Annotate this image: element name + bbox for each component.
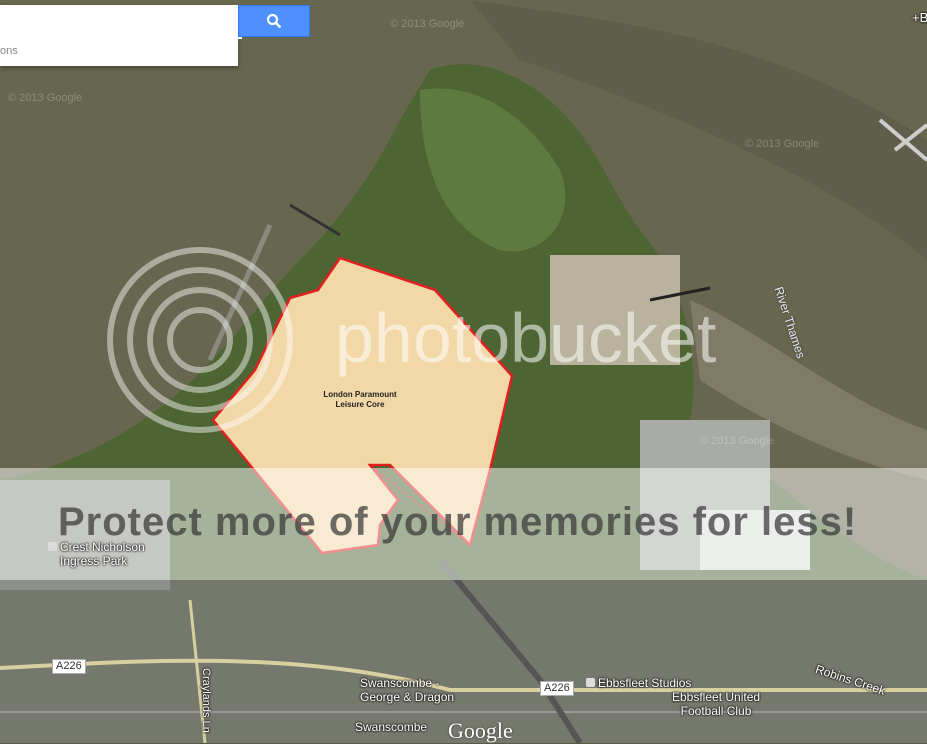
copyright-1: © 2013 Google	[390, 18, 465, 30]
google-logo: Google	[448, 718, 513, 743]
copyright-4: © 2013 Google	[700, 435, 775, 447]
search-button[interactable]	[238, 5, 310, 37]
a226-label-left: A226	[52, 659, 86, 674]
craylands-label: Craylands Ln	[200, 668, 212, 733]
search-icon	[266, 13, 282, 29]
ingress-park-text: Ingress Park	[60, 554, 128, 568]
photobucket-brand: photobucket	[335, 299, 717, 377]
ebbsfleet-studios-label: Ebbsfleet Studios	[586, 676, 691, 690]
ebbsfleet-united-line1: Ebbsfleet United	[672, 690, 761, 704]
search-suggestion-text[interactable]: ons	[0, 45, 18, 57]
ebbsfleet-united-line2: Football Club	[680, 704, 752, 718]
copyright-2: © 2013 Google	[8, 92, 83, 104]
a226-label-right: A226	[540, 681, 574, 696]
search-box: ons	[0, 5, 242, 66]
ebbsfleet-united-label: Ebbsfleet United Football Club	[672, 690, 760, 718]
ebbsfleet-studios-text: Ebbsfleet Studios	[598, 676, 692, 690]
swanscombe-gd-line1: Swanscombe -	[360, 676, 440, 690]
corner-mark: +B	[912, 10, 927, 25]
swanscombe-label: Swanscombe	[355, 720, 428, 734]
search-input[interactable]	[0, 5, 242, 39]
poi-icon	[586, 678, 595, 687]
crest-nicholson-text: Crest Nicholson	[60, 540, 145, 554]
watermark-text: Protect more of your memories for less!	[58, 500, 858, 544]
copyright-3: © 2013 Google	[745, 138, 820, 150]
polygon-label-line1: London Paramount	[323, 390, 397, 399]
polygon-label-line2: Leisure Core	[335, 400, 385, 409]
swanscombe-gd-line2: George & Dragon	[360, 690, 455, 704]
poi-icon	[48, 542, 57, 551]
swanscombe-gd-label: Swanscombe - George & Dragon	[360, 676, 454, 704]
crest-nicholson-label: Crest Nicholson Ingress Park	[48, 540, 145, 568]
polygon-label: London Paramount Leisure Core	[300, 390, 420, 410]
